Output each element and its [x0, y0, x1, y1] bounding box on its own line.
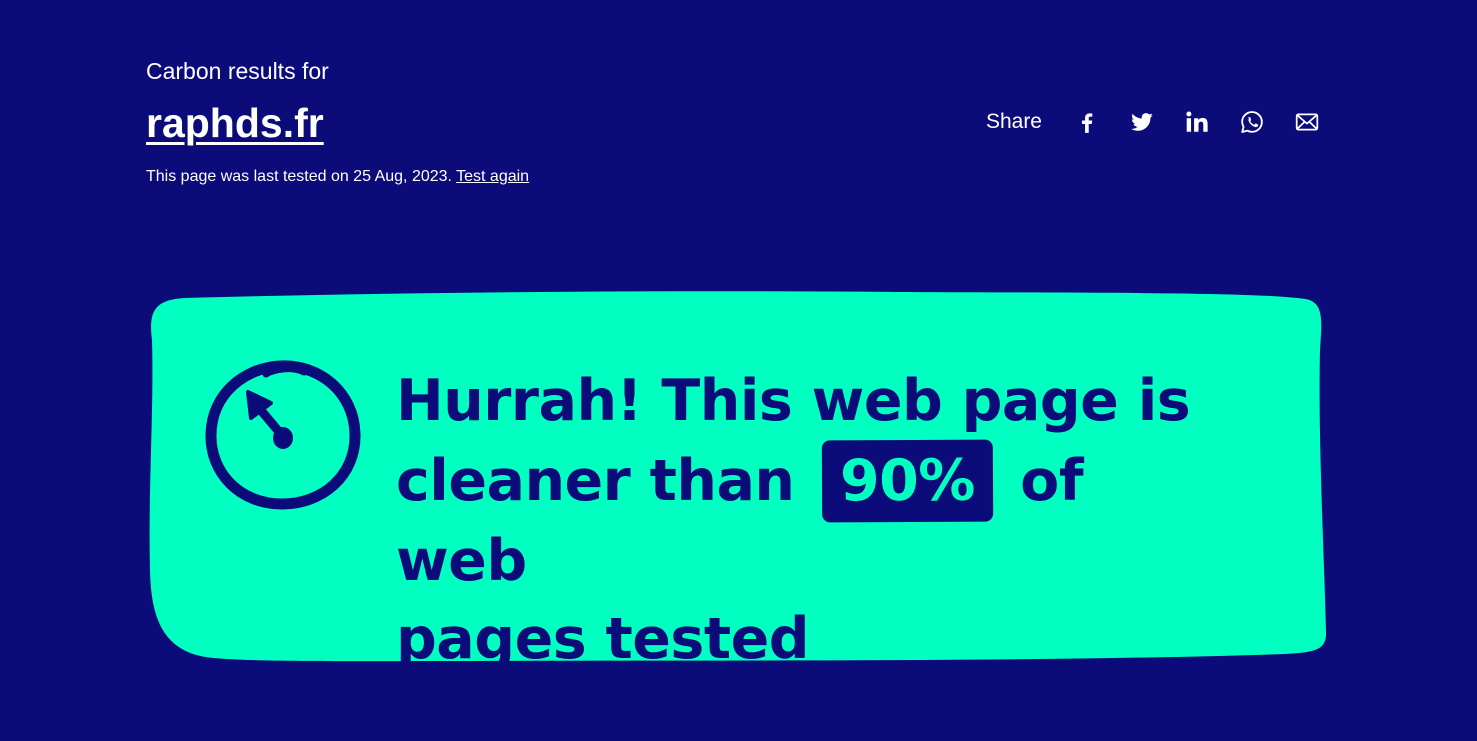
- result-line-1: Hurrah! This web page is: [396, 368, 1191, 434]
- percentage-badge: 90%: [821, 439, 994, 523]
- test-again-link[interactable]: Test again: [456, 168, 529, 185]
- facebook-icon[interactable]: [1073, 108, 1101, 136]
- result-line-2-start: cleaner than: [396, 448, 795, 514]
- last-tested-text: This page was last tested on 25 Aug, 202…: [146, 167, 1326, 187]
- linkedin-icon[interactable]: [1183, 108, 1211, 136]
- share-label: Share: [985, 110, 1042, 133]
- twitter-icon[interactable]: [1128, 108, 1156, 136]
- result-line-3: pages tested: [396, 606, 810, 672]
- site-link[interactable]: raphds.fr: [146, 99, 324, 147]
- result-message: Hurrah! This web page is cleaner than 90%…: [396, 362, 1216, 678]
- share-bar: Share: [986, 108, 1321, 136]
- gauge-icon: [205, 360, 361, 510]
- whatsapp-icon[interactable]: [1238, 108, 1266, 136]
- email-icon[interactable]: [1293, 108, 1321, 136]
- results-kicker: Carbon results for: [146, 58, 329, 84]
- result-card: Hurrah! This web page is cleaner than 90%…: [146, 290, 1326, 672]
- last-tested-date: This page was last tested on 25 Aug, 202…: [146, 168, 452, 185]
